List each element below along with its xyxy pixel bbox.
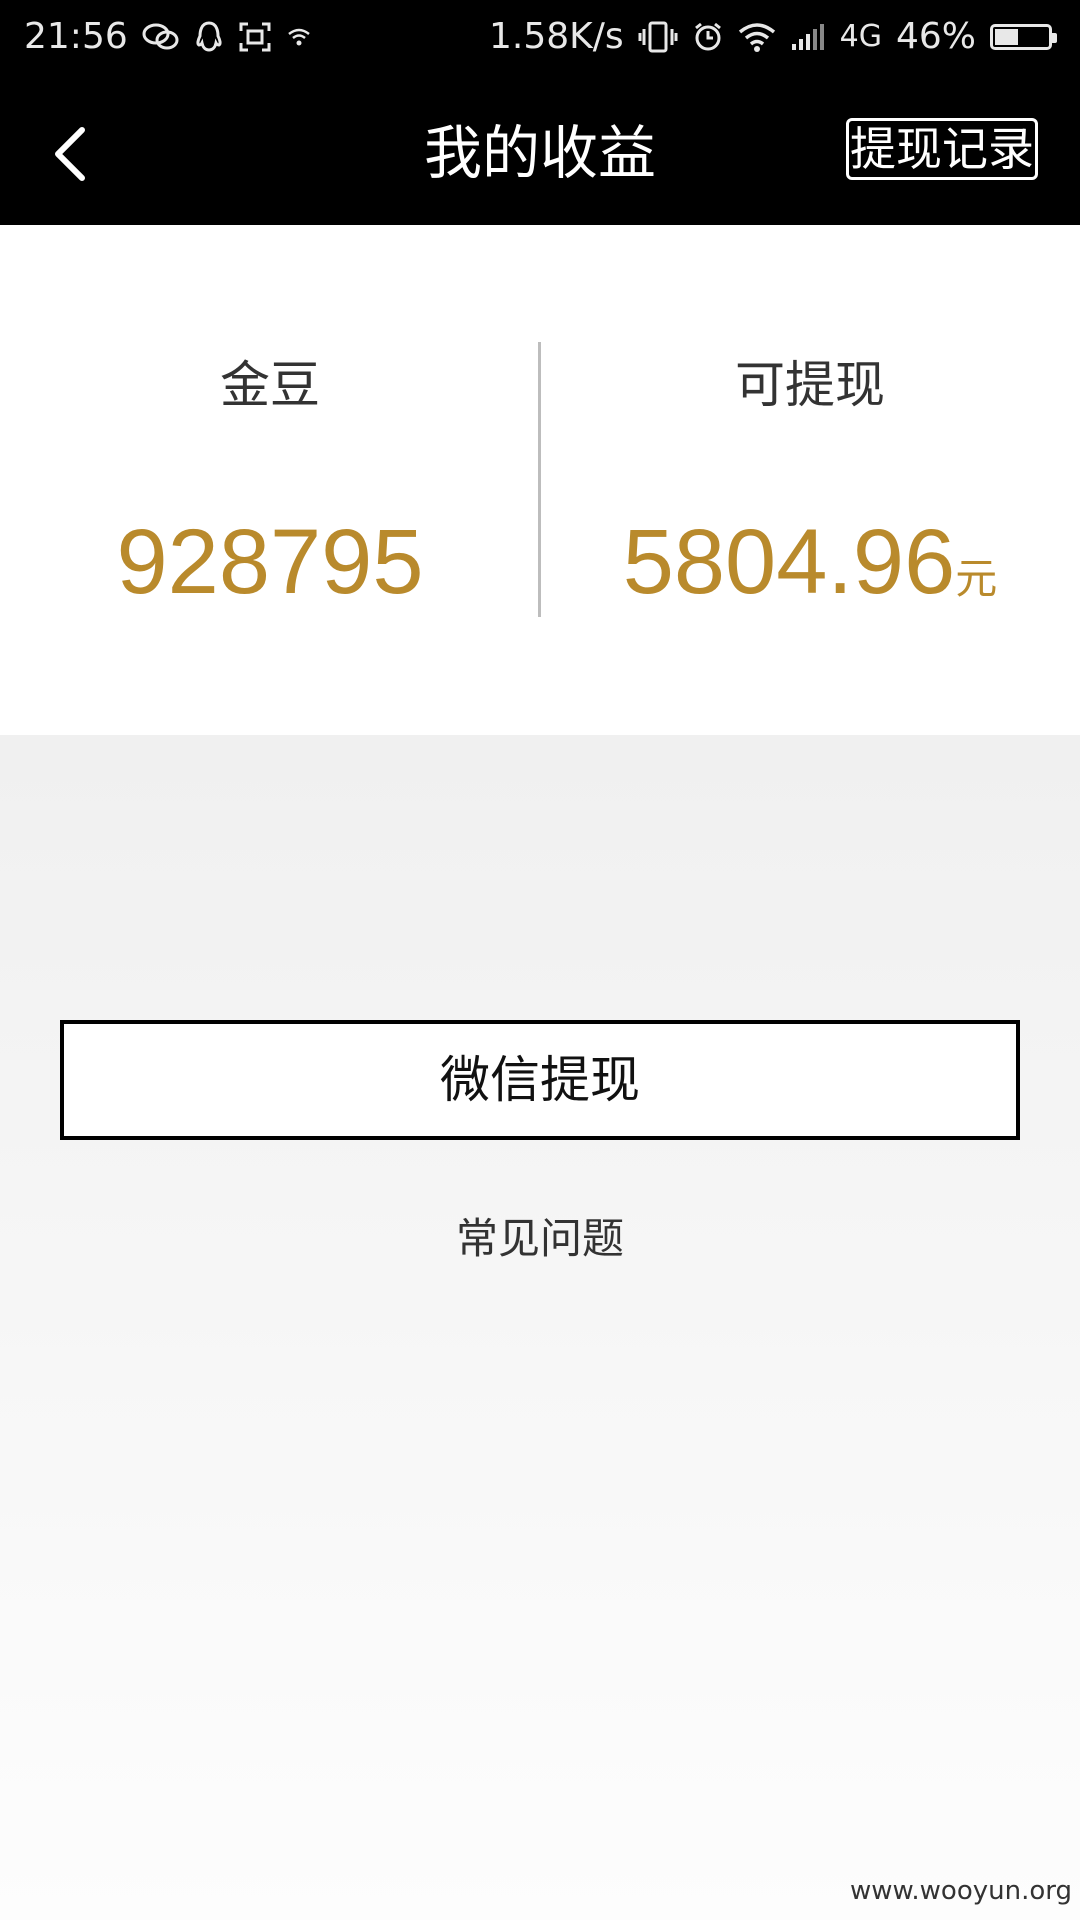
nav-bar: 我的收益 提现记录 (0, 78, 1080, 225)
currency-unit: 元 (955, 555, 998, 602)
status-time: 21:56 (24, 16, 128, 57)
network-type: 4G (839, 19, 882, 54)
qq-icon (194, 20, 224, 54)
withdrawable-label: 可提现 (735, 356, 885, 414)
wechat-icon (142, 22, 180, 52)
screenshot-icon (238, 21, 272, 53)
vibrate-icon (638, 20, 678, 54)
status-left: 21:56 (24, 16, 312, 57)
withdraw-record-button[interactable]: 提现记录 (846, 118, 1038, 180)
faq-link[interactable]: 常见问题 (0, 1205, 1080, 1266)
battery-percent: 46% (895, 16, 976, 57)
withdrawable-value: 5804.96 (622, 511, 956, 613)
actions-area: 微信提现 常见问题 www.wooyun.org (0, 735, 1080, 1920)
alarm-icon (692, 21, 724, 53)
status-right: 1.58K/s 4G 46% (488, 16, 1057, 57)
beans-panel: 金豆 928795 (0, 225, 540, 735)
withdrawable-amount: 5804.96元 (540, 510, 1080, 615)
wifi-icon (738, 22, 776, 52)
withdrawable-panel: 可提现 5804.96元 (540, 225, 1080, 735)
wifi-small-icon (286, 24, 312, 50)
battery-icon (990, 23, 1057, 50)
wechat-withdraw-button[interactable]: 微信提现 (60, 1020, 1020, 1140)
network-speed: 1.58K/s (488, 16, 624, 57)
beans-value: 928795 (116, 511, 424, 613)
battery-fill (995, 28, 1018, 45)
status-bar: 21:56 1.58K/s 4G 46% (0, 0, 1080, 78)
signal-icon (790, 22, 826, 52)
beans-label: 金豆 (220, 356, 320, 414)
earnings-summary: 金豆 928795 可提现 5804.96元 (0, 225, 1080, 735)
watermark: www.wooyun.org (849, 1876, 1072, 1906)
